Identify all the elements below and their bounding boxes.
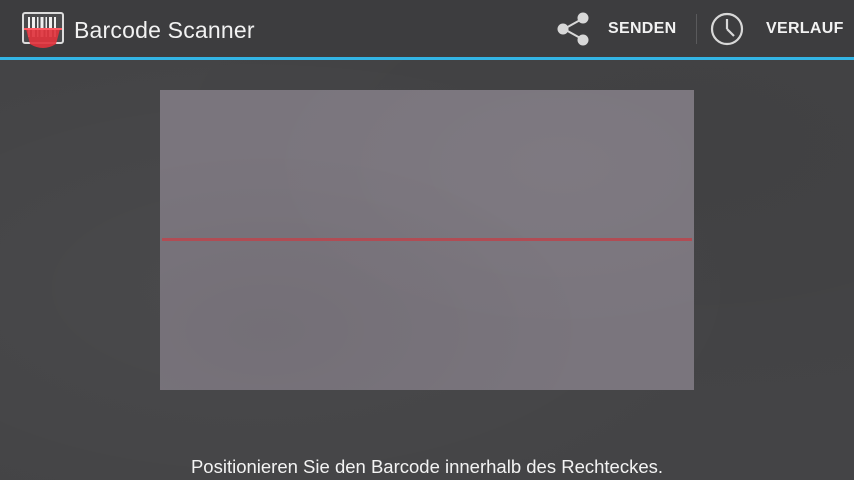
history-label: VERLAUF — [766, 19, 844, 37]
action-divider — [696, 14, 697, 44]
share-icon — [552, 8, 594, 50]
clock-icon — [706, 8, 748, 50]
action-bar-divider — [0, 57, 854, 60]
send-button[interactable]: SENDEN — [552, 0, 690, 57]
scan-laser-line — [162, 238, 692, 241]
barcode-scanner-app: Barcode Scanner SENDEN VERLAUF Positioni… — [0, 0, 854, 480]
action-bar: Barcode Scanner SENDEN VERLAUF — [0, 0, 854, 58]
status-text: Positionieren Sie den Barcode innerhalb … — [190, 456, 664, 477]
send-label: SENDEN — [608, 19, 677, 37]
barcode-scanner-icon[interactable] — [22, 12, 64, 50]
history-button[interactable]: VERLAUF — [706, 0, 854, 57]
app-title: Barcode Scanner — [74, 17, 255, 43]
scan-viewfinder — [160, 90, 694, 390]
